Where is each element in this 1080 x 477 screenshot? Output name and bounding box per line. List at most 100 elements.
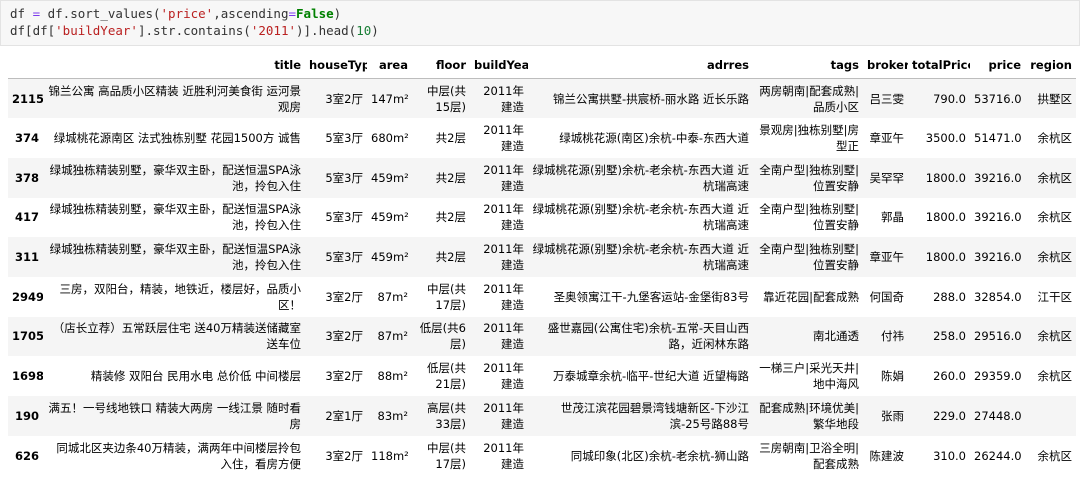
cell-buildYear: 2011年建造 <box>483 321 524 352</box>
cell-area: 147m² <box>371 91 409 106</box>
cell-adrres: 绿城桃花源(别墅)余杭-老余杭-东西大道 近杭瑞高速 <box>532 202 749 233</box>
table-row: 311 绿城独栋精装别墅，豪华双主卧，配送恒温SPA泳池，拎包入住 5室3厅 459m… <box>8 237 1076 277</box>
table-row: 190 满五！一号线地铁口 精装大两房 一线江景 随时看房 2室1厅 83m² 高层(共… <box>8 396 1076 436</box>
cell-floor: 中层(共17层) <box>427 440 466 471</box>
cell-totalPrice: 1800.0 <box>925 250 966 265</box>
cell-area: 459m² <box>371 170 409 185</box>
cell-region: 余杭区 <box>1037 131 1073 146</box>
cell-broker: 张雨 <box>881 408 904 423</box>
cell-floor: 低层(共6层) <box>419 321 466 352</box>
cell-totalPrice: 260.0 <box>933 369 966 384</box>
row-index: 2115 <box>12 91 43 106</box>
cell-broker: 章亚午 <box>869 131 905 146</box>
column-header-adrres: adrres <box>528 52 753 79</box>
cell-region: 余杭区 <box>1037 369 1073 384</box>
code-line-1: df = df.sort_values('price',ascending=Fa… <box>10 6 342 21</box>
cell-adrres: 绿城桃花源(别墅)余杭-老余杭-东西大道 近杭瑞高速 <box>532 242 749 273</box>
row-index: 1698 <box>12 369 43 384</box>
cell-area: 680m² <box>371 131 409 146</box>
cell-floor: 中层(共15层) <box>427 83 466 114</box>
cell-tags: 全南户型|独栋别墅|位置安静 <box>759 202 859 233</box>
cell-adrres: 绿城桃花源(别墅)余杭-老余杭-东西大道 近杭瑞高速 <box>532 162 749 193</box>
cell-tags: 全南户型|独栋别墅|位置安静 <box>759 162 859 193</box>
cell-broker: 陈娟 <box>881 369 904 384</box>
cell-tags: 三房朝南|卫浴全明|配套成熟 <box>759 440 859 471</box>
cell-tags: 全南户型|独栋别墅|位置安静 <box>759 242 859 273</box>
cell-houseType: 5室3厅 <box>325 210 363 225</box>
header-row: titlehouseTypeareafloorbuildYearadrresta… <box>8 52 1076 79</box>
cell-broker: 吴罕罕 <box>869 170 905 185</box>
cell-title: 精装修 双阳台 民用水电 总价低 中间楼层 <box>90 369 301 384</box>
column-header-totalPrice: totalPrice <box>908 52 970 79</box>
cell-title: 绿城独栋精装别墅，豪华双主卧，配送恒温SPA泳池，拎包入住 <box>49 162 301 193</box>
cell-adrres: 同城印象(北区)余杭-老余杭-狮山路 <box>570 448 749 463</box>
cell-tags: 靠近花园|配套成熟 <box>763 289 859 304</box>
cell-floor: 中层(共17层) <box>427 281 466 312</box>
cell-region: 江干区 <box>1037 289 1073 304</box>
cell-totalPrice: 790.0 <box>933 91 966 106</box>
table-row: 374 绿城桃花源南区 法式独栋别墅 花园1500方 诚售 5室3厅 680m² 共2层… <box>8 118 1076 158</box>
cell-floor: 共2层 <box>435 131 466 146</box>
cell-title: 锦兰公寓 高品质小区精装 近胜利河美食街 运河景观房 <box>48 83 301 114</box>
cell-broker: 吕三雯 <box>869 91 905 106</box>
cell-price: 53716.0 <box>974 91 1022 106</box>
cell-title: 绿城独栋精装别墅，豪华双主卧，配送恒温SPA泳池，拎包入住 <box>49 242 301 273</box>
code-cell[interactable]: df = df.sort_values('price',ascending=Fa… <box>0 0 1080 46</box>
code-line-2: df[df['buildYear'].str.contains('2011')]… <box>10 23 379 38</box>
cell-buildYear: 2011年建造 <box>483 440 524 471</box>
column-header-broker: broker <box>863 52 908 79</box>
dataframe-table: titlehouseTypeareafloorbuildYearadrresta… <box>8 52 1076 475</box>
cell-region: 余杭区 <box>1037 329 1073 344</box>
cell-adrres: 盛世嘉园(公寓住宅)余杭-五常-天目山西路，近闲林东路 <box>547 321 749 352</box>
row-index: 378 <box>14 170 39 185</box>
cell-totalPrice: 3500.0 <box>925 131 966 146</box>
cell-adrres: 锦兰公寓拱墅-拱宸桥-丽水路 近长乐路 <box>553 91 749 106</box>
cell-price: 29516.0 <box>974 329 1022 344</box>
cell-adrres: 万泰城章余杭-临平-世纪大道 近望梅路 <box>553 369 749 384</box>
cell-price: 32854.0 <box>974 289 1022 304</box>
table-row: 2949 三房，双阳台，精装，地铁近，楼层好，品质小区！ 3室2厅 87m² 中层(共1… <box>8 277 1076 317</box>
table-row: 626 同城北区夹边条40万精装，满两年中间楼层拎包入住，看房方便 3室2厅 118m… <box>8 436 1076 476</box>
table-row: 378 绿城独栋精装别墅，豪华双主卧，配送恒温SPA泳池，拎包入住 5室3厅 459m… <box>8 157 1076 198</box>
cell-adrres: 世茂江滨花园碧景湾钱塘新区-下沙江滨-25号路88号 <box>560 400 749 431</box>
cell-title: 三房，双阳台，精装，地铁近，楼层好，品质小区！ <box>59 281 302 312</box>
cell-price: 39216.0 <box>974 210 1022 225</box>
cell-area: 88m² <box>377 369 408 384</box>
cell-tags: 两房朝南|配套成熟|品质小区 <box>759 83 859 114</box>
cell-tags: 配套成熟|环境优美|繁华地段 <box>759 400 859 431</box>
cell-title: 绿城独栋精装别墅，豪华双主卧，配送恒温SPA泳池，拎包入住 <box>49 202 301 233</box>
index-header <box>8 52 43 79</box>
cell-price: 39216.0 <box>974 250 1022 265</box>
cell-floor: 共2层 <box>435 170 466 185</box>
table-row: 1698 精装修 双阳台 民用水电 总价低 中间楼层 3室2厅 88m² 低层(共21层… <box>8 356 1076 396</box>
cell-totalPrice: 288.0 <box>933 289 966 304</box>
column-header-buildYear: buildYear <box>470 52 528 79</box>
table-row: 2115 锦兰公寓 高品质小区精装 近胜利河美食街 运河景观房 3室2厅 147m² 中… <box>8 78 1076 119</box>
cell-broker: 何国奇 <box>869 289 905 304</box>
cell-buildYear: 2011年建造 <box>483 281 524 312</box>
column-header-houseType: houseType <box>305 52 367 79</box>
cell-totalPrice: 1800.0 <box>925 210 966 225</box>
cell-price: 29359.0 <box>974 369 1022 384</box>
cell-region: 余杭区 <box>1037 250 1073 265</box>
column-header-tags: tags <box>753 52 863 79</box>
table-row: 1705 （店长立荐）五常跃层住宅 送40万精装送储藏室送车位 3室2厅 87m² 低层… <box>8 316 1076 357</box>
cell-area: 87m² <box>377 329 408 344</box>
column-header-title: title <box>43 52 305 79</box>
cell-region: 拱墅区 <box>1037 91 1073 106</box>
cell-area: 118m² <box>371 448 409 463</box>
cell-houseType: 3室2厅 <box>325 448 363 463</box>
cell-price: 26244.0 <box>974 448 1022 463</box>
cell-area: 87m² <box>377 289 408 304</box>
cell-buildYear: 2011年建造 <box>483 361 524 392</box>
cell-totalPrice: 310.0 <box>933 448 966 463</box>
cell-houseType: 2室1厅 <box>325 408 363 423</box>
table-row: 417 绿城独栋精装别墅，豪华双主卧，配送恒温SPA泳池，拎包入住 5室3厅 459m… <box>8 198 1076 238</box>
cell-floor: 低层(共21层) <box>427 361 466 392</box>
column-header-floor: floor <box>412 52 470 79</box>
cell-price: 39216.0 <box>974 170 1022 185</box>
cell-houseType: 3室2厅 <box>325 369 363 384</box>
cell-buildYear: 2011年建造 <box>483 400 524 431</box>
cell-region: 余杭区 <box>1037 170 1073 185</box>
cell-houseType: 5室3厅 <box>325 250 363 265</box>
